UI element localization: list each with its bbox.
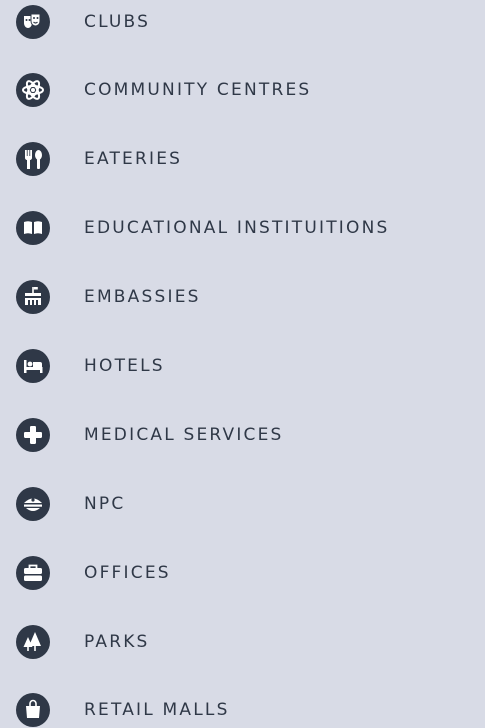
open-book-icon (16, 211, 50, 245)
bed-icon (16, 349, 50, 383)
embassy-building-icon (16, 280, 50, 314)
menu-item-label: MEDICAL SERVICES (84, 425, 284, 445)
menu-item-educational-instituitions[interactable]: EDUCATIONAL INSTITUITIONS (16, 210, 390, 246)
menu-item-hotels[interactable]: HOTELS (16, 348, 165, 384)
atom-icon (16, 73, 50, 107)
menu-item-parks[interactable]: PARKS (16, 624, 150, 660)
menu-item-label: PARKS (84, 632, 150, 652)
trees-icon (16, 625, 50, 659)
police-cap-icon (16, 487, 50, 521)
briefcase-icon (16, 556, 50, 590)
menu-item-label: EATERIES (84, 149, 183, 169)
shopping-bag-icon (16, 693, 50, 727)
menu-item-label: HOTELS (84, 356, 165, 376)
menu-item-retail-malls[interactable]: RETAIL MALLS (16, 692, 230, 728)
menu-item-label: OFFICES (84, 563, 171, 583)
menu-item-medical-services[interactable]: MEDICAL SERVICES (16, 417, 284, 453)
menu-item-label: COMMUNITY CENTRES (84, 80, 312, 100)
menu-item-npc[interactable]: NPC (16, 486, 125, 522)
menu-item-label: EDUCATIONAL INSTITUITIONS (84, 218, 390, 238)
category-menu: CLUBS COMMUNITY CENTRES EATERIES EDUCATI… (0, 0, 485, 728)
menu-item-label: RETAIL MALLS (84, 700, 230, 720)
theater-masks-icon (16, 5, 50, 39)
menu-item-label: CLUBS (84, 12, 151, 32)
menu-item-community-centres[interactable]: COMMUNITY CENTRES (16, 72, 311, 108)
menu-item-eateries[interactable]: EATERIES (16, 141, 182, 177)
menu-item-label: EMBASSIES (84, 287, 201, 307)
menu-item-clubs[interactable]: CLUBS (16, 4, 150, 40)
menu-item-label: NPC (84, 494, 126, 514)
menu-item-embassies[interactable]: EMBASSIES (16, 279, 201, 315)
medical-cross-icon (16, 418, 50, 452)
utensils-icon (16, 142, 50, 176)
menu-item-offices[interactable]: OFFICES (16, 555, 171, 591)
